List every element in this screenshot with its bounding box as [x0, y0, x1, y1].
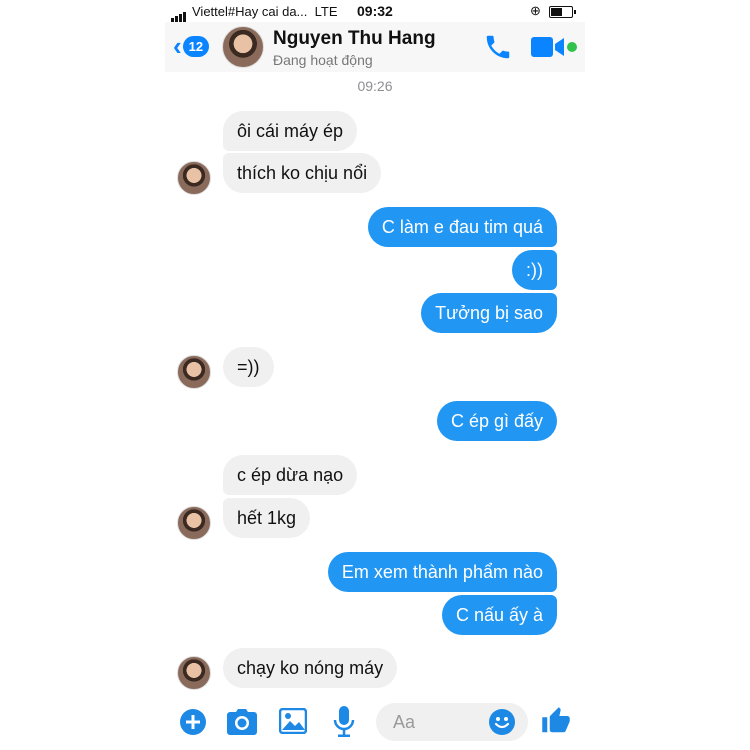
thumbs-up-icon: [542, 707, 570, 733]
gallery-button[interactable]: [278, 707, 308, 739]
more-actions-button[interactable]: [179, 708, 207, 741]
signal-icon: [171, 7, 187, 22]
status-time: 09:32: [357, 3, 393, 19]
conversation-header: ‹ 12 Nguyen Thu Hang Đang hoạt động: [165, 22, 585, 72]
message-bubble[interactable]: Tưởng bị sao: [421, 293, 557, 333]
sender-avatar[interactable]: [177, 355, 211, 389]
message-bubble[interactable]: :)): [512, 250, 557, 290]
message-bubble[interactable]: thích ko chịu nổi: [223, 153, 382, 193]
message-bubble[interactable]: C làm e đau tim quá: [367, 207, 557, 247]
unread-count-badge: 12: [182, 35, 210, 57]
camera-button[interactable]: [227, 709, 257, 740]
online-status-dot: [567, 42, 577, 52]
sender-avatar[interactable]: [177, 506, 211, 540]
camera-icon: [227, 709, 257, 735]
message-bubble[interactable]: C nấu ấy à: [441, 595, 557, 635]
voice-call-button[interactable]: [483, 32, 513, 62]
carrier-name: Viettel#Hay cai da... LTE: [192, 4, 338, 19]
emoji-icon[interactable]: [488, 708, 516, 736]
video-camera-icon: [531, 37, 564, 57]
message-input-placeholder: Aa: [393, 712, 416, 732]
message-composer: Aa: [165, 693, 585, 750]
message-timestamp: 09:26: [357, 78, 393, 94]
messenger-screen: Viettel#Hay cai da... LTE 09:32 ⊕ ‹ 12 N…: [165, 0, 585, 750]
message-bubble[interactable]: Em xem thành phẩm nào: [327, 552, 557, 592]
rotation-lock-icon: ⊕: [530, 3, 541, 18]
sender-avatar[interactable]: [177, 161, 211, 195]
microphone-icon: [333, 706, 355, 737]
sender-avatar[interactable]: [177, 656, 211, 690]
message-bubble[interactable]: C ép gì đấy: [436, 401, 557, 441]
like-button[interactable]: [541, 706, 571, 741]
message-bubble[interactable]: ôi cái máy ép: [223, 111, 358, 151]
message-bubble[interactable]: =)): [223, 347, 274, 387]
message-bubble[interactable]: c ép dừa nạo: [223, 455, 358, 495]
gallery-icon: [278, 707, 308, 735]
contact-avatar[interactable]: [222, 26, 264, 68]
message-input[interactable]: Aa: [376, 703, 528, 741]
battery-icon: [549, 6, 576, 18]
plus-icon: [180, 709, 206, 735]
back-button[interactable]: ‹ 12: [173, 31, 210, 61]
contact-name[interactable]: Nguyen Thu Hang: [273, 28, 436, 50]
phone-icon: [486, 35, 510, 59]
status-bar: Viettel#Hay cai da... LTE 09:32 ⊕: [165, 0, 585, 22]
message-bubble[interactable]: hết 1kg: [223, 498, 311, 538]
back-chevron-icon: ‹: [173, 31, 182, 61]
video-call-button[interactable]: [531, 36, 565, 58]
voice-message-button[interactable]: [333, 706, 355, 743]
message-bubble[interactable]: chạy ko nóng máy: [223, 648, 398, 688]
contact-status: Đang hoạt động: [273, 52, 373, 68]
